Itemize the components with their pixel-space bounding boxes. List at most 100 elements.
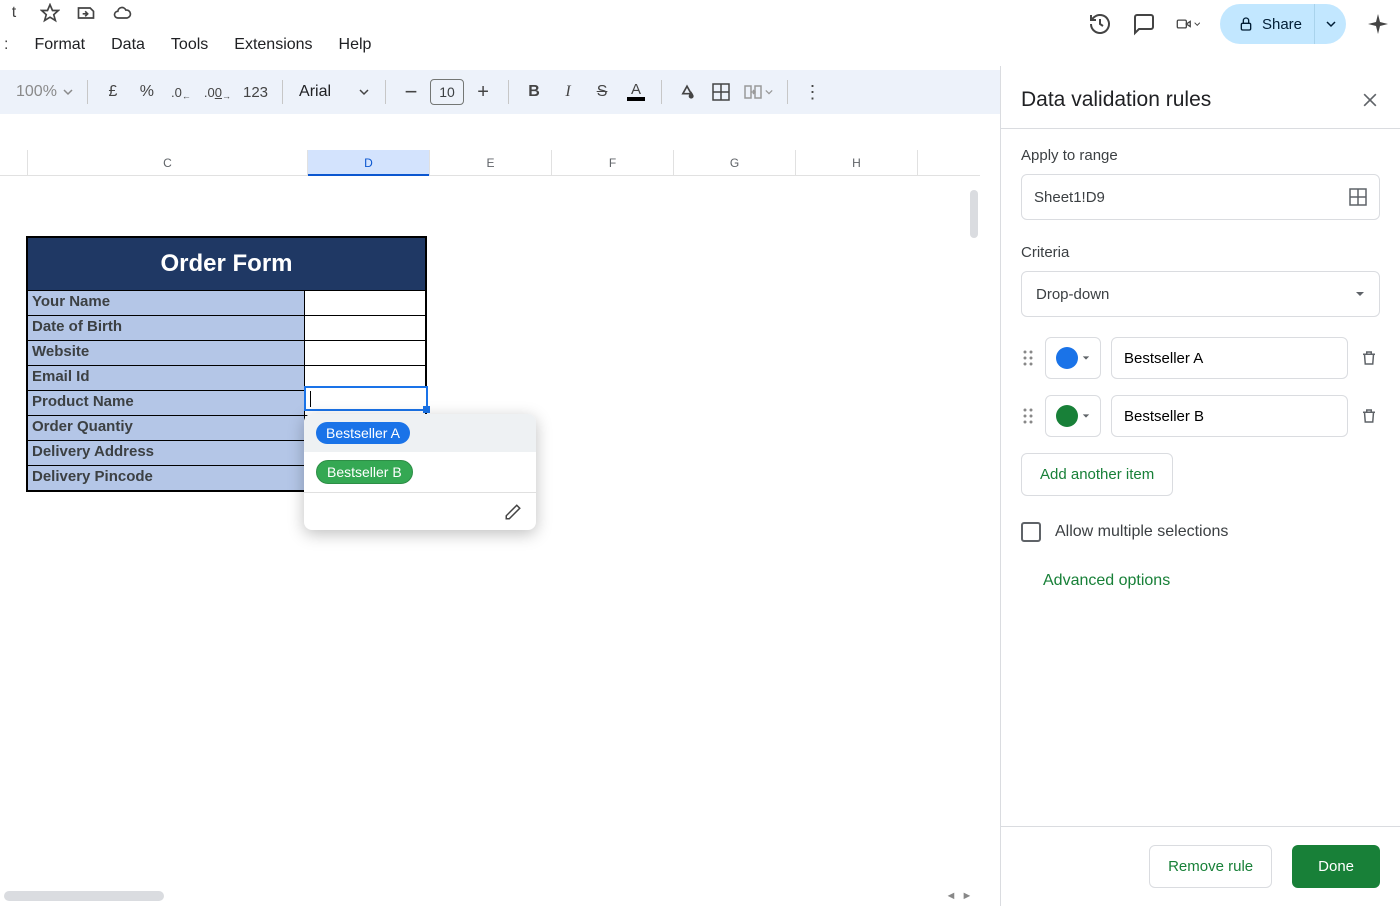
separator [508,80,509,104]
criteria-select[interactable]: Drop-down [1021,271,1380,317]
doc-title-fragment: t [4,3,24,23]
grid-icon[interactable] [1349,188,1367,206]
add-item-button[interactable]: Add another item [1021,453,1173,496]
checkbox-icon[interactable] [1021,522,1041,542]
label-dob: Date of Birth [28,315,304,340]
more-button[interactable]: ⋮ [798,77,828,107]
lock-icon [1238,16,1254,32]
criteria-item-1 [1021,337,1380,379]
delete-item-1-icon[interactable] [1358,349,1380,367]
share-button-group: Share [1220,4,1346,44]
label-qty: Order Quantiy [28,415,304,440]
sheet-area[interactable]: C D E F G H Order Form Your Name Date of… [0,150,980,870]
form-title: Order Form [28,238,425,290]
scroll-left-icon[interactable]: ◄ [944,889,958,903]
panel-header: Data validation rules [1001,66,1400,128]
criteria-input-2[interactable] [1111,395,1348,437]
data-validation-panel: Data validation rules Apply to range She… [1000,66,1400,906]
separator [385,80,386,104]
criteria-value: Drop-down [1036,286,1109,303]
separator [787,80,788,104]
bold-button[interactable]: B [519,77,549,107]
number-format-button[interactable]: 123 [239,77,272,107]
delete-item-2-icon[interactable] [1358,407,1380,425]
history-icon[interactable] [1088,12,1112,36]
zoom-select[interactable]: 100% [12,77,77,107]
meet-icon[interactable] [1176,12,1200,36]
font-select[interactable]: Arial [293,77,375,107]
font-size-increase[interactable]: + [468,77,498,107]
edit-dropdown-icon[interactable] [504,503,522,521]
hscroll-thumb[interactable] [4,891,164,901]
hscroll-arrows: ◄ ► [944,889,980,903]
menu-data[interactable]: Data [111,36,145,54]
menu-format[interactable]: Format [34,36,85,54]
text-color-button[interactable]: A [621,77,651,107]
label-addr: Delivery Address [28,440,304,465]
font-size-decrease[interactable]: − [396,77,426,107]
star-icon[interactable] [40,3,60,23]
close-panel-icon[interactable] [1360,90,1380,110]
share-button[interactable]: Share [1220,4,1314,44]
panel-title: Data validation rules [1021,88,1211,112]
menu-tools[interactable]: Tools [171,36,208,54]
active-cell-d9[interactable] [304,386,428,411]
zoom-value: 100% [16,83,57,101]
share-dropdown[interactable] [1314,4,1346,44]
vertical-scroll-indicator[interactable] [970,190,978,238]
apply-range-label: Apply to range [1021,147,1380,164]
col-header-g[interactable]: G [674,150,796,175]
color-dot-green [1056,405,1078,427]
remove-rule-button[interactable]: Remove rule [1149,845,1272,888]
label-email: Email Id [28,365,304,390]
dropdown-option-1[interactable]: Bestseller A [304,414,536,452]
allow-multiple-label: Allow multiple selections [1055,523,1228,541]
input-dob[interactable] [304,315,425,340]
decrease-decimal-button[interactable]: .0← [166,77,196,107]
range-value: Sheet1!D9 [1034,189,1105,206]
strikethrough-button[interactable]: S [587,77,617,107]
comment-icon[interactable] [1132,12,1156,36]
color-select-2[interactable] [1045,395,1101,437]
menu-extensions[interactable]: Extensions [234,36,312,54]
panel-body: Apply to range Sheet1!D9 Criteria Drop-d… [1001,129,1400,826]
drag-handle-icon[interactable] [1021,349,1035,367]
col-header-e[interactable]: E [430,150,552,175]
title-bar-icons: t [0,0,132,26]
col-header-c[interactable]: C [28,150,308,175]
gemini-icon[interactable] [1366,12,1390,36]
separator [87,80,88,104]
menu-help[interactable]: Help [339,36,372,54]
allow-multiple-row[interactable]: Allow multiple selections [1021,522,1380,542]
col-header-h[interactable]: H [796,150,918,175]
range-input[interactable]: Sheet1!D9 [1021,174,1380,220]
color-select-1[interactable] [1045,337,1101,379]
menu-cut[interactable]: : [4,36,8,54]
percent-button[interactable]: % [132,77,162,107]
column-headers: C D E F G H [0,150,980,176]
drag-handle-icon[interactable] [1021,407,1035,425]
currency-button[interactable]: £ [98,77,128,107]
chip-bestseller-b: Bestseller B [316,460,413,484]
input-name[interactable] [304,290,425,315]
increase-decimal-button[interactable]: .00→ [200,77,235,107]
advanced-options-toggle[interactable]: Advanced options [1021,572,1380,590]
scroll-right-icon[interactable]: ► [960,889,974,903]
col-header-d[interactable]: D [308,150,430,175]
col-header-f[interactable]: F [552,150,674,175]
font-size-input[interactable]: 10 [430,79,464,105]
dropdown-option-2[interactable]: Bestseller B [304,452,536,492]
criteria-input-1[interactable] [1111,337,1348,379]
horizontal-scrollbar[interactable]: ◄ ► [0,886,980,906]
move-icon[interactable] [76,3,96,23]
corner-cell[interactable] [0,150,28,175]
done-button[interactable]: Done [1292,845,1380,888]
fill-color-button[interactable] [672,77,702,107]
label-website: Website [28,340,304,365]
merge-button[interactable] [740,77,777,107]
cloud-icon[interactable] [112,3,132,23]
italic-button[interactable]: I [553,77,583,107]
borders-button[interactable] [706,77,736,107]
separator [282,80,283,104]
input-website[interactable] [304,340,425,365]
